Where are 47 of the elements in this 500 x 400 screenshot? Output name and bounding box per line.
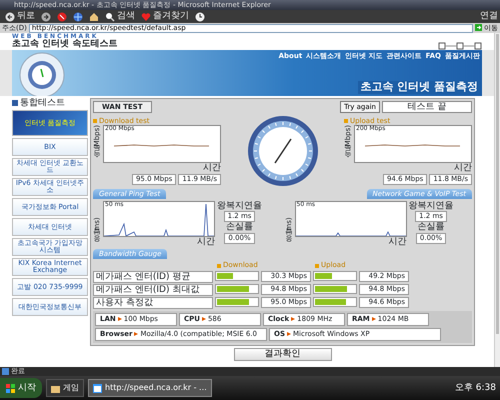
axis-label: 시간 [196,237,216,248]
browser-window-icon [93,384,102,392]
stat-label: 손실률 [226,222,254,233]
bullet-icon [12,100,18,106]
arrow-icon [134,332,138,336]
page-icon [2,368,9,375]
go-arrow-icon [475,24,482,32]
axis-label: 시간 [388,237,407,248]
globe-icon[interactable] [73,12,83,22]
bullet-icon [315,264,319,268]
shortcut-icons-drawing [438,42,482,50]
arrow-icon [372,317,376,322]
start-button[interactable]: 시작 [0,378,42,398]
arrow-icon [287,332,291,336]
favorites-button[interactable]: 즐겨찾기 [138,12,192,22]
bullet-icon [217,264,221,268]
sidebar-heading: 통합테스트 [20,98,65,108]
row-label: 메가패스 엔터(ID) 평균 [93,270,213,283]
scrollbar-thumb[interactable] [496,34,499,334]
row-label: 메가패스 엔터(ID) 최대값 [93,284,213,296]
arrow-icon [291,317,296,322]
clock: 오후 6:38 [454,382,497,394]
heart-icon [141,12,151,22]
taskbar-button[interactable]: 게임 [46,379,84,397]
links-label[interactable]: 연결 [480,11,498,22]
row-label: 사용자 측정값 [93,296,213,309]
axis-label: 시간 [453,163,472,174]
bullet-icon [93,119,97,124]
forward-icon[interactable] [41,12,51,22]
stat-label: 왕복지연율 [408,201,454,212]
site-title: 초고속 인터넷 속도테스트 [12,40,118,50]
folder-icon [51,384,60,392]
stat-label: 왕복지연율 [217,201,262,212]
stop-icon[interactable] [57,12,67,22]
banner-title: 초고속 인터넷 품질측정 [358,81,480,94]
stat-label: 손실률 [418,222,445,233]
arrow-icon [118,317,122,322]
status-field: 테스트 끝 [382,101,472,114]
bullet-icon [344,119,348,124]
axis-label: 시간 [202,163,221,174]
taskbar-button[interactable]: http://speed.nca.or.kr - ... [88,379,212,397]
windows-logo-icon [6,384,15,392]
clock-icon[interactable] [195,12,205,22]
result-button[interactable]: 결과확인 [234,348,332,361]
arrow-icon [202,317,206,322]
back-button[interactable]: 뒤로 [2,12,38,22]
search-button[interactable]: 검색 [102,12,138,22]
